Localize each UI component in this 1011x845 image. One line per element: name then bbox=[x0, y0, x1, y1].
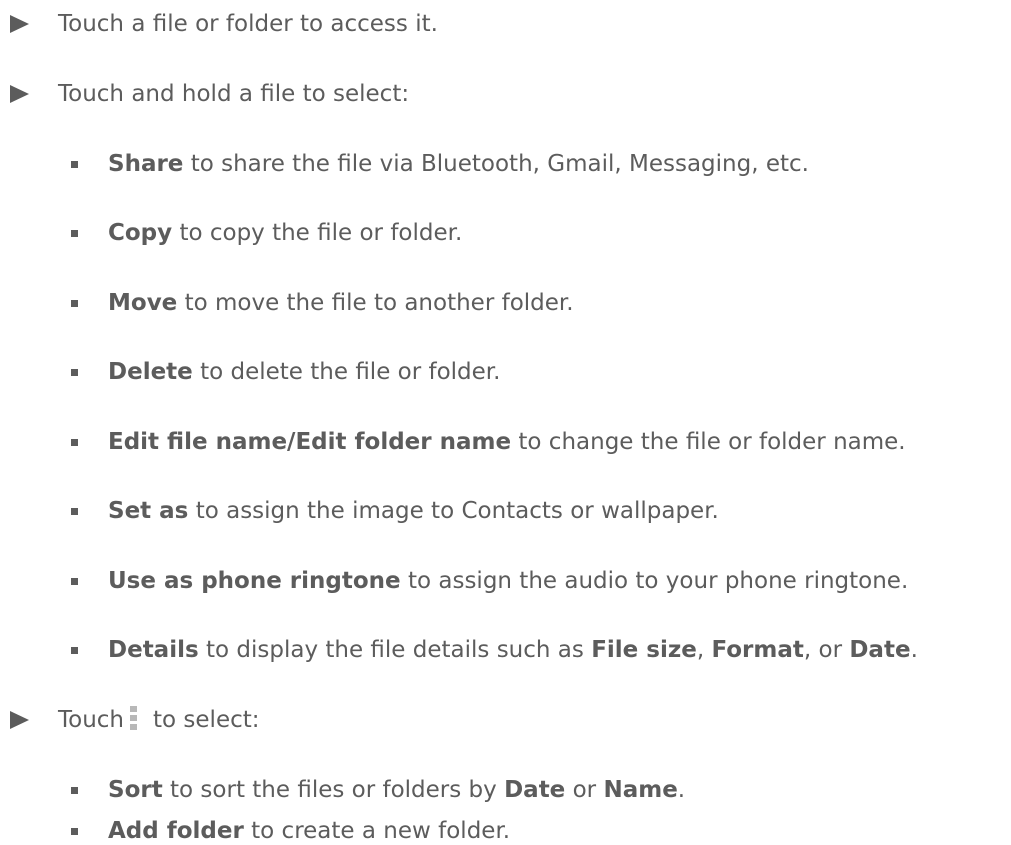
item-text: Touch a file or folder to access it. bbox=[58, 11, 438, 37]
item-term: Add folder bbox=[108, 818, 244, 844]
item-text: Touch to select: bbox=[58, 706, 260, 734]
item-term: Set as bbox=[108, 498, 189, 524]
separator: , bbox=[696, 637, 712, 663]
more-options-icon bbox=[130, 706, 138, 730]
item-text: Add folder to create a new folder. bbox=[108, 817, 510, 845]
item-text: Move to move the file to another folder. bbox=[108, 289, 574, 317]
triangle-bullet-icon bbox=[10, 85, 29, 103]
item-text: Share to share the file via Bluetooth, G… bbox=[108, 150, 809, 178]
item-term: Delete bbox=[108, 359, 193, 385]
item-description: to assign the image to Contacts or wallp… bbox=[188, 498, 719, 524]
square-bullet-icon bbox=[71, 369, 78, 376]
square-bullet-icon bbox=[71, 230, 78, 237]
item-text: Details to display the file details such… bbox=[108, 636, 918, 664]
item-text: Sort to sort the files or folders by Dat… bbox=[108, 776, 685, 804]
item-term: Use as phone ringtone bbox=[108, 568, 401, 594]
square-bullet-icon bbox=[71, 647, 78, 654]
item-text: Edit file name/Edit folder name to chang… bbox=[108, 428, 906, 456]
document-page: Touch a file or folder to access it. Tou… bbox=[0, 0, 1011, 844]
square-bullet-icon bbox=[71, 161, 78, 168]
item-term: Copy bbox=[108, 220, 173, 246]
item-description: to sort the files or folders by bbox=[162, 777, 505, 803]
item-description: to copy the file or folder. bbox=[172, 220, 463, 246]
item-term: Share bbox=[108, 151, 184, 177]
item-description: to delete the file or folder. bbox=[192, 359, 501, 385]
item-text: Set as to assign the image to Contacts o… bbox=[108, 497, 719, 525]
term-date: Date bbox=[504, 777, 566, 803]
term-name: Name bbox=[603, 777, 678, 803]
triangle-bullet-icon bbox=[10, 711, 29, 729]
square-bullet-icon bbox=[71, 578, 78, 585]
period: . bbox=[677, 777, 686, 803]
separator: or bbox=[565, 777, 604, 803]
item-term: Sort bbox=[108, 777, 163, 803]
term-format: Format bbox=[711, 637, 804, 663]
separator: , or bbox=[803, 637, 850, 663]
item-text: Use as phone ringtone to assign the audi… bbox=[108, 567, 908, 595]
item-description: to assign the audio to your phone ringto… bbox=[400, 568, 909, 594]
triangle-bullet-icon bbox=[10, 15, 29, 33]
item-text: Delete to delete the file or folder. bbox=[108, 358, 500, 386]
item-description: to share the file via Bluetooth, Gmail, … bbox=[183, 151, 809, 177]
square-bullet-icon bbox=[71, 508, 78, 515]
item-term: Details bbox=[108, 637, 199, 663]
item-description: to change the file or folder name. bbox=[511, 429, 906, 455]
item-lead: Touch bbox=[58, 707, 125, 733]
item-text: Copy to copy the file or folder. bbox=[108, 219, 462, 247]
square-bullet-icon bbox=[71, 439, 78, 446]
square-bullet-icon bbox=[71, 787, 78, 794]
period: . bbox=[910, 637, 918, 663]
term-date: Date bbox=[849, 637, 911, 663]
item-description: to move the file to another folder. bbox=[177, 290, 574, 316]
item-text: Touch and hold a file to select: bbox=[58, 81, 410, 107]
item-description: to create a new folder. bbox=[243, 818, 511, 844]
item-trail: to select: bbox=[153, 707, 260, 733]
item-description: to display the file details such as bbox=[198, 637, 592, 663]
term-file-size: File size bbox=[591, 637, 697, 663]
item-term: Edit file name/Edit folder name bbox=[108, 429, 512, 455]
square-bullet-icon bbox=[71, 300, 78, 307]
item-term: Move bbox=[108, 290, 178, 316]
